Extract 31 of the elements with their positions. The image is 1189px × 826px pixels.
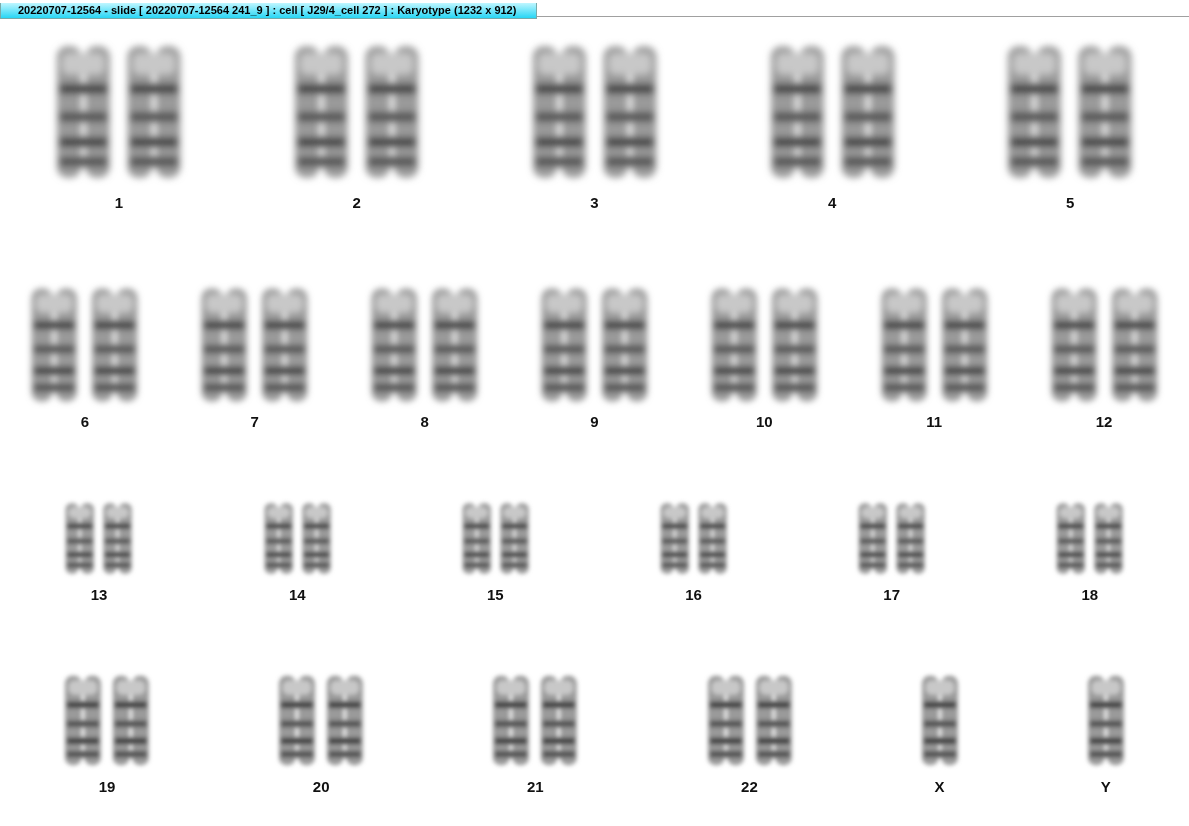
- chromosome-number: 4: [828, 194, 837, 211]
- chromosome-number: 2: [352, 194, 361, 211]
- chromosome-number: 19: [98, 778, 116, 795]
- chromosome-number: 13: [90, 586, 108, 603]
- chromosome-number: 15: [487, 586, 504, 603]
- chromosome-number: X: [934, 778, 945, 795]
- chromosome-number: 10: [755, 413, 773, 430]
- chromosome-number: 3: [590, 194, 599, 211]
- chromosome-number: 22: [741, 778, 758, 795]
- chromosome-pair-drawing: [462, 503, 529, 574]
- chromosome-number: 12: [1095, 413, 1113, 430]
- chromosome-number: 5: [1065, 194, 1075, 211]
- chromosome-pair-drawing: [264, 503, 331, 574]
- chromosome-number: 9: [590, 413, 599, 430]
- chromosome-number: 6: [80, 413, 90, 430]
- chromosome-pair-drawing: [660, 503, 727, 574]
- chromosome-pair-drawing: [858, 503, 925, 574]
- chromosome-pair-drawing: [1056, 503, 1123, 574]
- chromosome-number: 20: [312, 778, 330, 795]
- chromosome-number: 17: [883, 586, 901, 603]
- chromosome-number: Y: [1100, 778, 1111, 795]
- chromosome-number: 7: [250, 413, 259, 430]
- chromosome-number: 8: [420, 413, 429, 430]
- chromosome-number: 11: [926, 413, 943, 430]
- chromosome-number: 14: [288, 586, 306, 603]
- chromosome-pair-drawing: [66, 503, 133, 574]
- chromosome-number: 1: [114, 194, 124, 211]
- window-title: 20220707-12564 - slide [ 20220707-12564 241_9 ] : cell [ J29/4_cell 272 ] : Karyotype (1232 x 912): [0, 3, 538, 19]
- chromosome-number: 18: [1081, 586, 1099, 603]
- chromosome-number: 21: [526, 778, 544, 795]
- chromosome-number: 16: [685, 586, 702, 603]
